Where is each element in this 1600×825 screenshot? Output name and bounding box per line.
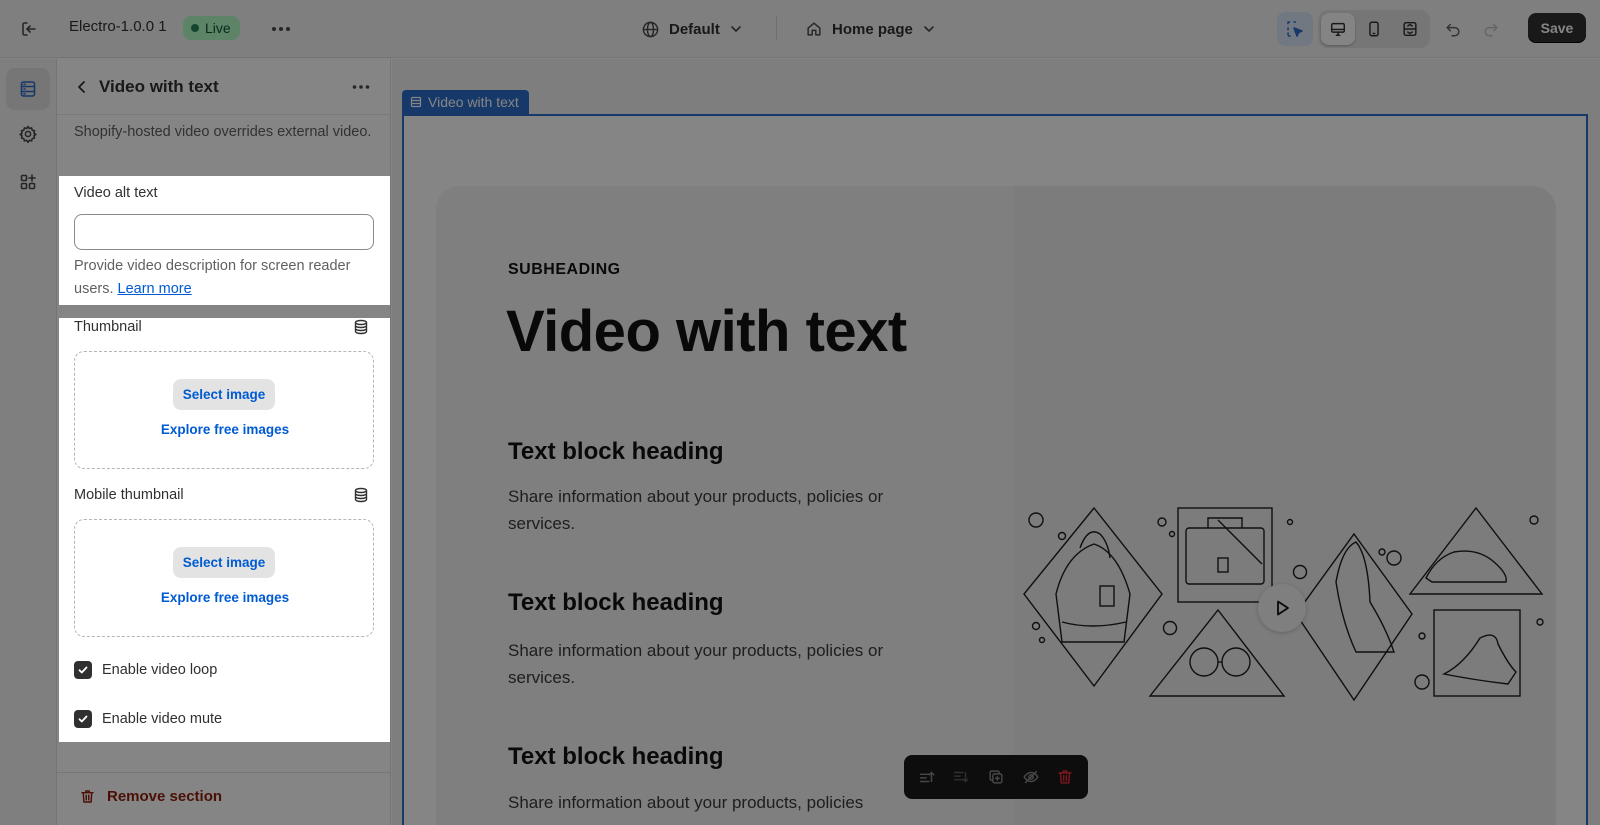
focus-overlay <box>390 176 1600 742</box>
thumbnail-dynamic-source-button[interactable] <box>352 318 370 336</box>
database-icon <box>354 319 368 335</box>
mobile-thumbnail-dropzone[interactable]: Select image Explore free images <box>74 519 374 637</box>
enable-video-loop-label: Enable video loop <box>102 662 218 678</box>
learn-more-link[interactable]: Learn more <box>118 281 192 297</box>
enable-video-loop-row[interactable]: Enable video loop <box>74 659 217 681</box>
checkmark-icon <box>78 715 88 723</box>
video-alt-text-help-text: Provide video description for screen rea… <box>74 258 351 297</box>
mobile-thumbnail-dynamic-source-button[interactable] <box>352 486 370 504</box>
focus-overlay <box>0 742 1600 825</box>
checkmark-icon <box>78 666 88 674</box>
enable-video-mute-checkbox[interactable] <box>74 710 92 728</box>
focus-overlay <box>0 176 59 742</box>
thumbnail-dropzone[interactable]: Select image Explore free images <box>74 351 374 469</box>
mobile-thumbnail-explore-free-images-link[interactable]: Explore free images <box>75 590 375 605</box>
mobile-thumbnail-label: Mobile thumbnail <box>74 487 184 503</box>
thumbnail-explore-free-images-link[interactable]: Explore free images <box>75 422 375 437</box>
mobile-thumbnail-select-image-button[interactable]: Select image <box>173 547 275 578</box>
focus-overlay <box>0 0 1600 176</box>
enable-video-mute-row[interactable]: Enable video mute <box>74 708 222 730</box>
video-alt-text-help: Provide video description for screen rea… <box>74 255 378 301</box>
focus-overlay <box>59 305 390 318</box>
thumbnail-select-image-button[interactable]: Select image <box>173 379 275 410</box>
enable-video-loop-checkbox[interactable] <box>74 661 92 679</box>
enable-video-mute-label: Enable video mute <box>102 711 223 727</box>
video-alt-text-label: Video alt text <box>74 185 158 201</box>
thumbnail-label: Thumbnail <box>74 319 142 335</box>
video-alt-text-input[interactable] <box>74 214 374 250</box>
database-icon <box>354 487 368 503</box>
